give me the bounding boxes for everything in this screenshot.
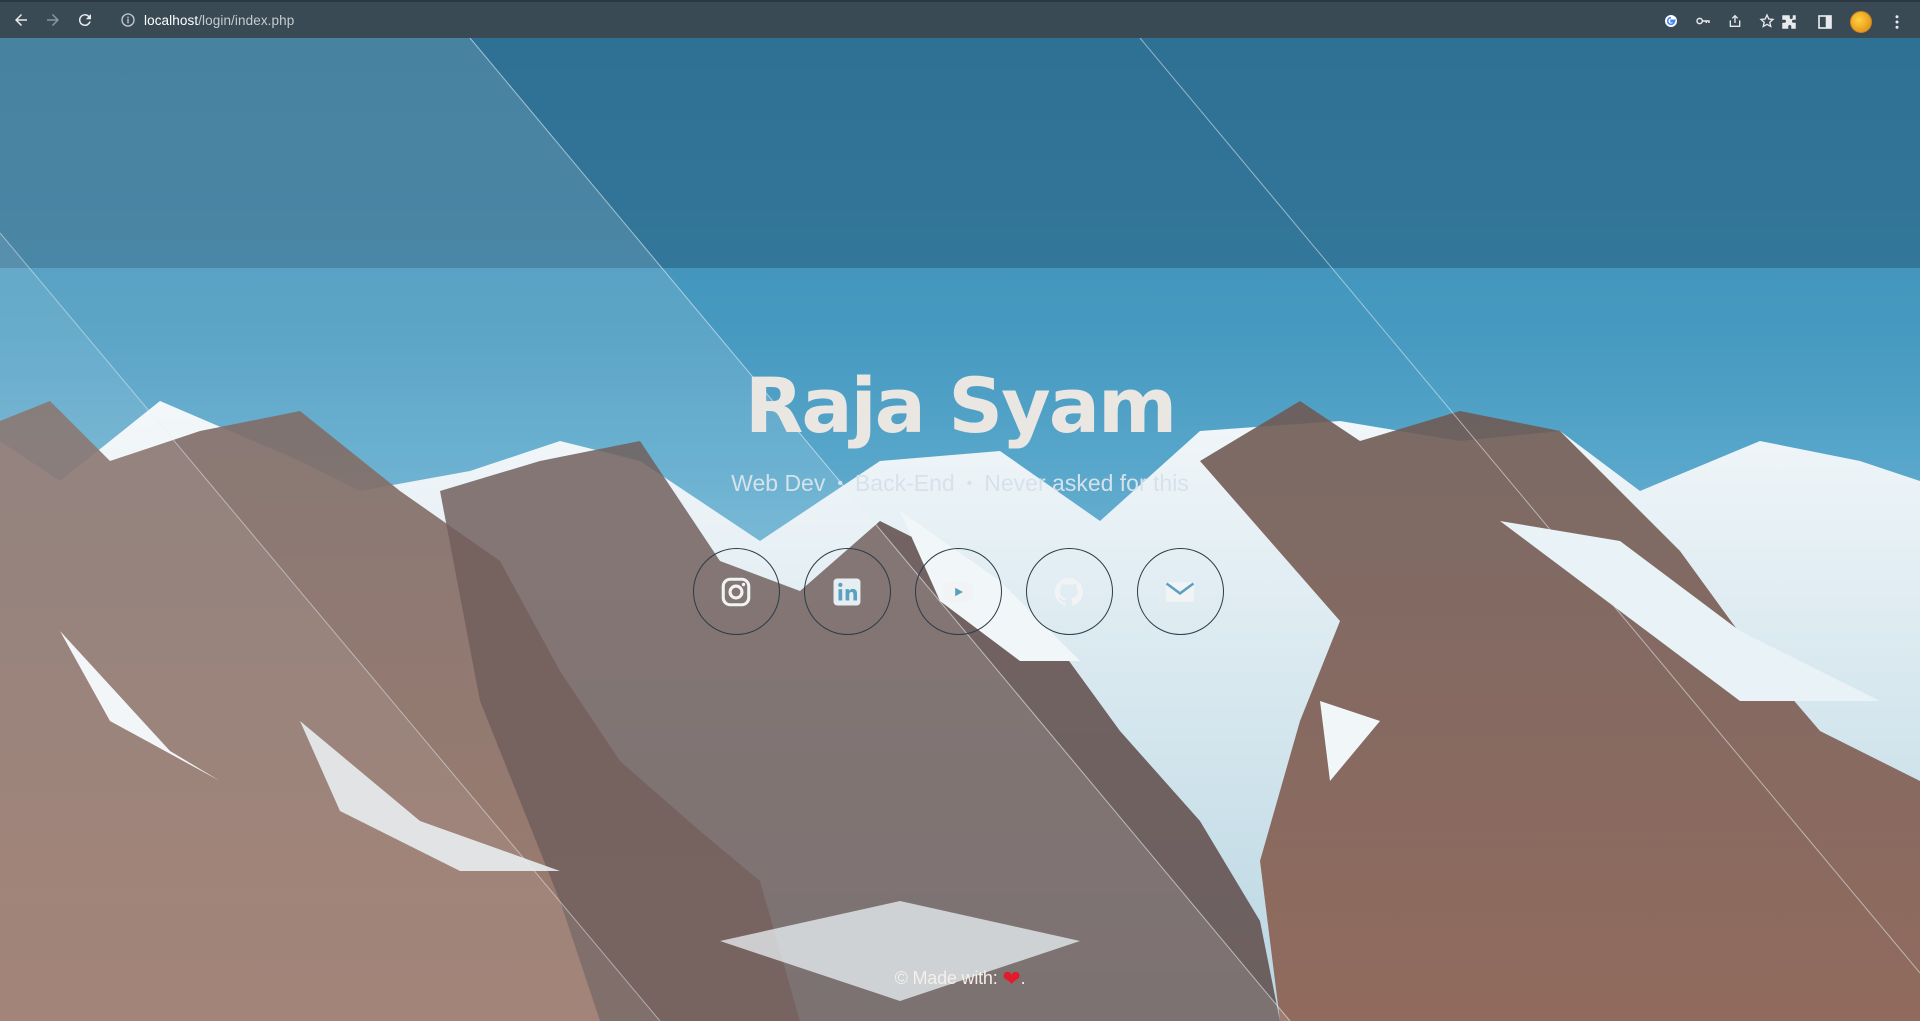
browser-menu-button[interactable] [1882,7,1912,37]
instagram-icon [721,577,751,606]
google-lens-button[interactable] [1658,8,1684,34]
tagline: Web Dev • Back-End • Never asked for thi… [0,470,1920,497]
extensions-button[interactable] [1774,7,1804,37]
page-title: Raja Syam [744,361,1177,450]
forward-icon [47,14,59,26]
back-button[interactable] [6,5,36,35]
youtube-link[interactable] [914,548,1002,635]
url-text[interactable]: localhost/login/index.php [144,13,294,28]
forward-button[interactable] [38,5,68,35]
tagline-item-never-asked: Never asked for this [984,470,1189,496]
social-links [0,548,1920,635]
instagram-link[interactable] [692,548,780,635]
star-icon [1759,13,1775,28]
footer-end: . [1020,968,1026,988]
tagline-separator: • [966,474,973,492]
page-viewport: Raja Syam Web Dev • Back-End • Never ask… [0,38,1920,1021]
mail-icon [1165,581,1195,602]
google-icon [1665,15,1677,27]
heart-icon: ❤ [1002,966,1021,991]
info-icon[interactable] [120,12,136,28]
github-link[interactable] [1025,548,1113,635]
email-link[interactable] [1136,548,1224,635]
github-icon [1054,577,1083,605]
address-bar[interactable]: localhost/login/index.php [112,6,1672,34]
avatar [1850,11,1872,33]
browser-right-actions [1774,7,1912,37]
share-icon [1729,14,1741,27]
footer-text: © Made with: [894,968,1003,988]
reload-button[interactable] [70,5,100,35]
nav-buttons [6,5,100,35]
sky-overlay-band [0,38,1920,268]
hero-section: Raja Syam Web Dev • Back-End • Never ask… [0,368,1920,497]
tagline-item-back-end: Back-End [854,470,955,496]
back-icon [15,14,27,26]
sidepanel-icon [1818,15,1832,29]
url-actions [1658,8,1780,34]
tagline-separator: • [837,474,843,492]
tagline-item-web-dev: Web Dev [731,470,826,496]
url-host: localhost [144,12,199,28]
linkedin-link[interactable] [803,548,891,635]
extensions-icon [1782,15,1796,29]
side-panel-button[interactable] [1810,7,1840,37]
password-button[interactable] [1690,8,1716,34]
reload-icon [78,14,91,27]
footer: © Made with: ❤. [0,966,1920,992]
linkedin-icon [833,578,861,605]
menu-icon [1895,15,1899,29]
youtube-icon [943,581,973,602]
key-icon [1696,17,1710,25]
browser-toolbar: localhost/login/index.php [0,0,1920,38]
profile-button[interactable] [1846,7,1876,37]
url-path: /login/index.php [198,12,295,28]
share-button[interactable] [1722,8,1748,34]
